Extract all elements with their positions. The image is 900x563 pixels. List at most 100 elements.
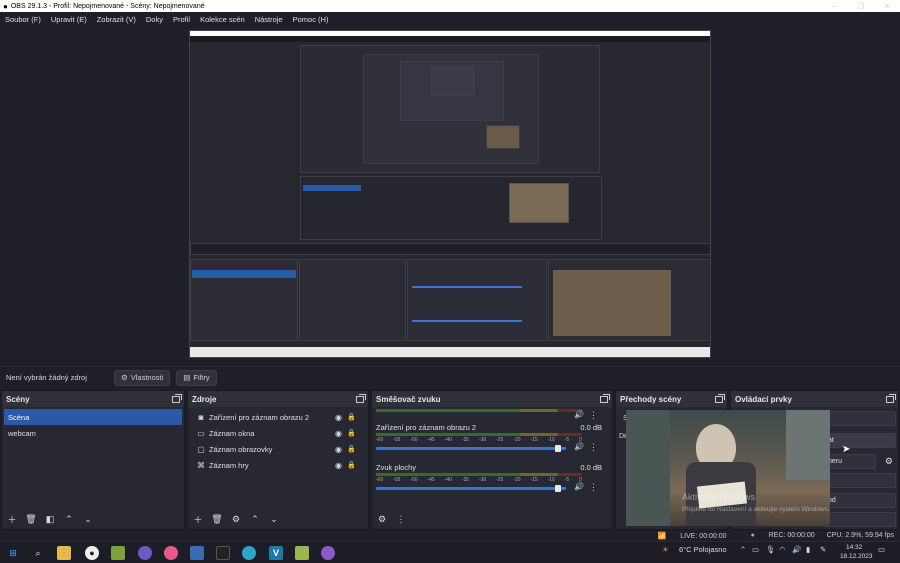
camera-icon: ◙ bbox=[198, 412, 204, 422]
add-source-button[interactable]: ＋ bbox=[190, 512, 206, 526]
preview-canvas[interactable] bbox=[189, 30, 711, 358]
gear-icon[interactable]: ⚙ bbox=[885, 456, 893, 467]
move-down-button[interactable]: ⌄ bbox=[80, 512, 96, 526]
source-item[interactable]: ⌘ Záznam hry ◉ 🔒 bbox=[190, 457, 366, 473]
browser-icon[interactable] bbox=[138, 546, 152, 560]
weather-icon[interactable]: ☀ bbox=[662, 545, 669, 554]
menu-profile[interactable]: Profil bbox=[168, 15, 195, 24]
lock-icon[interactable]: 🔒 bbox=[347, 413, 356, 421]
weather-text[interactable]: 6°C Polojasno bbox=[679, 545, 727, 554]
network-icon[interactable]: ▭ bbox=[752, 545, 759, 554]
control-button[interactable] bbox=[823, 512, 896, 527]
speaker-icon[interactable]: 🔊 bbox=[792, 545, 801, 554]
remove-scene-button[interactable]: 🗑 bbox=[23, 512, 39, 526]
control-button[interactable]: od bbox=[823, 493, 896, 508]
source-item[interactable]: ◙ Zařízení pro záznam obrazu 2 ◉ 🔒 bbox=[190, 409, 366, 425]
lock-icon[interactable]: 🔒 bbox=[347, 461, 356, 469]
maximize-button[interactable]: ❐ bbox=[848, 0, 874, 12]
speaker-icon[interactable]: 🔊 bbox=[574, 410, 584, 419]
audio-mixer-dock: Směšovač zvuku 🔊 ⋮ Zařízení pro záznam o… bbox=[371, 390, 613, 530]
obs-logo-icon: ● bbox=[3, 1, 8, 11]
menu-file[interactable]: Soubor (F) bbox=[0, 15, 46, 24]
lock-icon[interactable]: 🔒 bbox=[347, 429, 356, 437]
channel-name: Zvuk plochy bbox=[376, 463, 417, 472]
gamepad-icon: ⌘ bbox=[197, 460, 205, 470]
clock-date[interactable]: 18.12.2023 bbox=[840, 553, 873, 560]
visibility-eye-icon[interactable]: ◉ bbox=[335, 461, 342, 470]
volume-meter bbox=[376, 409, 582, 412]
menu-edit[interactable]: Upravit (E) bbox=[46, 15, 92, 24]
pen-icon[interactable]: ✎ bbox=[820, 545, 826, 554]
undock-icon[interactable] bbox=[886, 393, 896, 403]
headphones-icon[interactable] bbox=[164, 546, 178, 560]
channel-name: Zařízení pro záznam obrazu 2 bbox=[376, 423, 477, 432]
lock-icon[interactable]: 🔒 bbox=[347, 445, 356, 453]
visibility-eye-icon[interactable]: ◉ bbox=[335, 445, 342, 454]
fader-knob[interactable] bbox=[555, 445, 561, 452]
window-icon: ▭ bbox=[197, 428, 205, 438]
wifi-icon[interactable]: ◠ bbox=[779, 545, 786, 554]
menu-view[interactable]: Zobrazit (V) bbox=[92, 15, 141, 24]
speaker-icon[interactable]: 🔊 bbox=[574, 482, 584, 491]
filters-button[interactable]: ▤ Filtry bbox=[176, 369, 217, 386]
source-properties-button[interactable]: ⚙ bbox=[228, 512, 244, 526]
more-options-icon[interactable]: ⋮ bbox=[589, 442, 598, 453]
mixer-menu-icon[interactable]: ⋮ bbox=[393, 512, 409, 526]
app-icon[interactable] bbox=[295, 546, 309, 560]
undock-icon[interactable] bbox=[356, 393, 366, 403]
advanced-audio-button[interactable]: ⚙ bbox=[374, 512, 390, 526]
speaker-icon[interactable]: 🔊 bbox=[574, 442, 584, 451]
search-icon[interactable]: ⌕ bbox=[31, 546, 45, 560]
battery-icon[interactable]: ▮ bbox=[806, 545, 810, 554]
volume-fader[interactable] bbox=[376, 447, 566, 450]
properties-button[interactable]: ⚙ Vlastnosti bbox=[114, 369, 171, 386]
move-down-button[interactable]: ⌄ bbox=[266, 512, 282, 526]
filter-icon: ▤ bbox=[183, 373, 191, 382]
scene-filters-button[interactable]: ◧ bbox=[42, 512, 58, 526]
notifications-icon[interactable]: ▭ bbox=[878, 545, 885, 554]
more-options-icon[interactable]: ⋮ bbox=[589, 482, 598, 493]
control-button[interactable]: heru bbox=[823, 454, 876, 469]
scene-item[interactable]: webcam bbox=[4, 425, 182, 441]
obs-icon[interactable]: ● bbox=[85, 546, 99, 560]
app-icon[interactable]: V bbox=[269, 546, 283, 560]
visibility-eye-icon[interactable]: ◉ bbox=[335, 429, 342, 438]
source-item[interactable]: ▢ Záznam obrazovky ◉ 🔒 bbox=[190, 441, 366, 457]
control-button[interactable] bbox=[823, 411, 896, 426]
meter-scale: -60 -55 -50 -45 -40 -35 -30 -25 -20 -15 -10 -5 0 bbox=[376, 477, 582, 483]
app-icon[interactable] bbox=[111, 546, 125, 560]
app-icon[interactable] bbox=[190, 546, 204, 560]
add-scene-button[interactable]: ＋ bbox=[4, 512, 20, 526]
minimize-button[interactable]: ─ bbox=[822, 0, 848, 12]
clock-time[interactable]: 14:32 bbox=[846, 544, 862, 551]
undock-icon[interactable] bbox=[172, 393, 182, 403]
edge-icon[interactable] bbox=[242, 546, 256, 560]
menu-help[interactable]: Pomoc (H) bbox=[288, 15, 334, 24]
remove-source-button[interactable]: 🗑 bbox=[209, 512, 225, 526]
undock-icon[interactable] bbox=[600, 393, 610, 403]
more-options-icon[interactable]: ⋮ bbox=[589, 410, 598, 421]
app-icon[interactable] bbox=[216, 546, 230, 560]
microphone-icon[interactable]: 🎙 bbox=[766, 545, 776, 554]
undock-icon[interactable] bbox=[715, 393, 725, 403]
tray-chevron-icon[interactable]: ⌃ bbox=[740, 545, 746, 554]
move-up-button[interactable]: ⌃ bbox=[247, 512, 263, 526]
source-item[interactable]: ▭ Záznam okna ◉ 🔒 bbox=[190, 425, 366, 441]
visibility-eye-icon[interactable]: ◉ bbox=[335, 413, 342, 422]
menu-tools[interactable]: Nástroje bbox=[250, 15, 288, 24]
windows-start-icon[interactable]: ⊞ bbox=[6, 546, 20, 560]
menu-docks[interactable]: Doky bbox=[141, 15, 168, 24]
file-explorer-icon[interactable] bbox=[57, 546, 71, 560]
live-status: 📶 LIVE: 00:00:00 bbox=[657, 532, 727, 540]
fader-knob[interactable] bbox=[555, 485, 561, 492]
volume-fader[interactable] bbox=[376, 487, 566, 490]
preview-area[interactable] bbox=[0, 26, 900, 366]
control-button[interactable]: at bbox=[823, 433, 896, 448]
scene-item[interactable]: Scéna bbox=[4, 409, 182, 425]
app-icon[interactable] bbox=[321, 546, 335, 560]
move-up-button[interactable]: ⌃ bbox=[61, 512, 77, 526]
control-button[interactable] bbox=[823, 473, 896, 488]
windows-taskbar: ⊞ ⌕ ● V ☀ 6°C Polojasno ⌃ ▭ 🎙 ◠ 🔊 ▮ ✎ 14… bbox=[0, 541, 900, 563]
menu-scene-collection[interactable]: Kolekce scén bbox=[195, 15, 250, 24]
close-button[interactable]: ✕ bbox=[874, 0, 900, 12]
